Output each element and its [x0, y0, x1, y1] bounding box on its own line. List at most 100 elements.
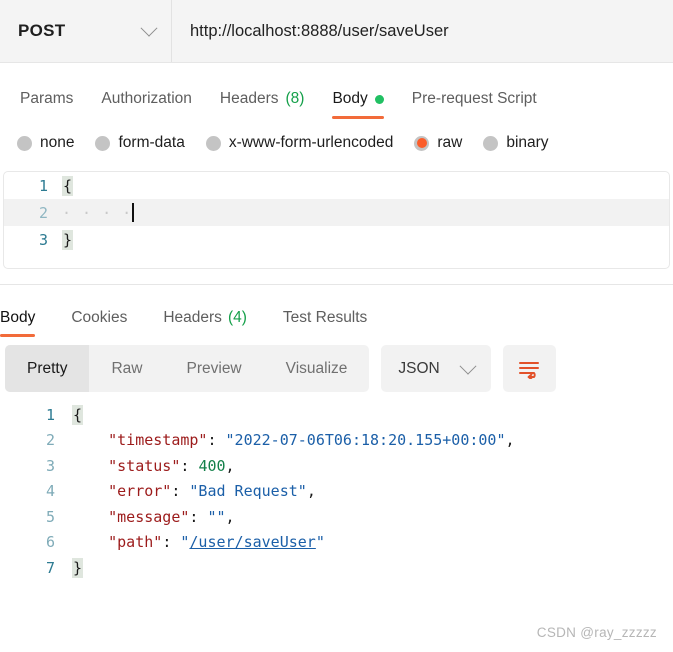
request-tab-body[interactable]: Body	[318, 90, 397, 119]
response-body-line: 4 "error": "Bad Request",	[0, 479, 673, 505]
word-wrap-button[interactable]	[502, 345, 556, 392]
request-body-editor[interactable]: 1{2 · · · · 3}	[3, 171, 670, 269]
response-line-text: "message": "",	[72, 507, 235, 526]
view-mode-raw[interactable]: Raw	[89, 345, 164, 392]
response-line-number: 2	[45, 431, 55, 450]
request-editor-line-number: 3	[38, 230, 48, 249]
request-editor-line: 2 · · · ·	[4, 199, 669, 226]
radio-button-icon[interactable]	[483, 135, 499, 151]
request-url-input[interactable]: http://localhost:8888/user/saveUser	[172, 0, 673, 62]
response-body-line: 5 "message": "",	[0, 504, 673, 530]
request-tab-pre-request-script[interactable]: Pre-request Script	[398, 90, 551, 119]
response-body-line: 7}	[0, 555, 673, 581]
request-editor-line-text: }	[62, 226, 669, 253]
response-tab-label: Headers	[163, 309, 222, 326]
view-mode-visualize[interactable]: Visualize	[264, 345, 370, 392]
request-tab-label: Headers	[219, 90, 279, 107]
body-type-label: x-www-form-urlencoded	[228, 134, 394, 151]
response-body-line: 3 "status": 400,	[0, 453, 673, 479]
response-tab-label: Body	[0, 309, 36, 326]
request-editor-line-number: 2	[38, 203, 48, 222]
body-type-raw[interactable]: raw	[414, 134, 474, 152]
json-punctuation: :	[180, 456, 199, 475]
text-cursor	[132, 203, 135, 222]
http-method-dropdown[interactable]: POST	[0, 0, 172, 62]
body-type-label: raw	[437, 134, 463, 151]
response-format-label: JSON	[398, 359, 440, 377]
request-tab-headers[interactable]: Headers (8)	[206, 90, 319, 119]
json-punctuation: ,	[225, 507, 235, 526]
json-string: ""	[207, 507, 226, 526]
request-tab-bar: Params Authorization Headers (8) Body Pre-req…	[0, 63, 673, 119]
json-punctuation	[72, 508, 108, 526]
json-key: "timestamp"	[108, 431, 208, 450]
json-string: "2022-07-06T06:18:20.155+00:00"	[225, 431, 506, 450]
response-body-viewer[interactable]: 1{2 "timestamp": "2022-07-06T06:18:20.15…	[0, 392, 673, 581]
json-punctuation	[72, 431, 108, 449]
json-punctuation: :	[207, 431, 226, 450]
json-punctuation: ,	[306, 482, 316, 501]
radio-button-icon[interactable]	[95, 135, 111, 151]
json-punctuation	[72, 533, 108, 551]
request-editor-line: 3}	[4, 226, 669, 253]
body-type-x-www-form-urlencoded[interactable]: x-www-form-urlencoded	[205, 134, 406, 152]
json-key: "message"	[108, 507, 190, 526]
response-body-line: 6 "path": "/user/saveUser"	[0, 530, 673, 556]
response-tab-label: Test Results	[282, 309, 368, 326]
json-number: 400	[198, 456, 226, 475]
chevron-down-icon	[459, 357, 477, 375]
response-line-number: 3	[45, 456, 55, 475]
response-tab-count: (4)	[227, 309, 247, 326]
matching-brace: }	[72, 557, 84, 578]
radio-button-icon[interactable]	[17, 135, 32, 151]
request-tab-count: (8)	[285, 90, 305, 107]
response-tab-headers[interactable]: Headers (4)	[163, 309, 263, 337]
body-type-label: form-data	[118, 134, 185, 151]
response-tab-body[interactable]: Body	[0, 309, 51, 337]
matching-brace: }	[62, 229, 74, 250]
json-link-value[interactable]: /user/saveUser	[189, 533, 315, 551]
indent-guide: · · · ·	[62, 203, 133, 222]
body-present-indicator-icon	[374, 94, 384, 104]
response-body-line: 1{	[0, 402, 673, 428]
response-line-number: 4	[45, 482, 55, 501]
response-line-text: "path": "/user/saveUser"	[72, 533, 325, 551]
response-tab-cookies[interactable]: Cookies	[71, 309, 143, 337]
request-tab-params[interactable]: Params	[6, 90, 87, 119]
json-key: "path"	[108, 533, 163, 552]
matching-brace: {	[72, 404, 84, 425]
json-punctuation	[72, 457, 108, 475]
request-url-bar: POST http://localhost:8888/user/saveUser	[0, 0, 673, 63]
response-line-text: {	[72, 404, 84, 425]
response-line-number: 1	[45, 405, 55, 424]
response-tab-test-results[interactable]: Test Results	[283, 309, 383, 337]
response-tab-label: Cookies	[71, 309, 128, 326]
radio-button-icon[interactable]	[205, 135, 221, 151]
response-line-number: 5	[45, 507, 55, 526]
response-line-text: "timestamp": "2022-07-06T06:18:20.155+00…	[72, 431, 515, 450]
body-type-binary[interactable]: binary	[483, 134, 560, 152]
chevron-down-icon	[140, 19, 158, 37]
json-punctuation: :	[189, 507, 208, 526]
response-tab-bar: Body Cookies Headers (4) Test Results	[0, 285, 673, 337]
response-line-number: 7	[45, 558, 55, 577]
json-punctuation: ,	[225, 456, 235, 475]
body-type-none[interactable]: none	[17, 134, 86, 152]
request-editor-line-number: 1	[38, 176, 48, 195]
response-body-line: 2 "timestamp": "2022-07-06T06:18:20.155+…	[0, 428, 673, 454]
json-string: "	[315, 533, 325, 552]
body-type-radio-group: none form-data x-www-form-urlencoded raw bin…	[0, 119, 673, 167]
body-type-form-data[interactable]: form-data	[95, 134, 196, 152]
response-format-dropdown[interactable]: JSON	[381, 345, 491, 392]
json-punctuation: :	[162, 533, 181, 552]
json-key: "status"	[108, 456, 181, 475]
json-punctuation: ,	[505, 431, 515, 450]
response-view-mode-group: Pretty Raw Preview Visualize	[5, 345, 370, 392]
request-tab-authorization[interactable]: Authorization	[87, 90, 205, 119]
response-view-toolbar: Pretty Raw Preview Visualize JSON	[0, 337, 673, 392]
view-mode-pretty[interactable]: Pretty	[5, 345, 90, 392]
body-type-label: binary	[506, 134, 549, 151]
radio-button-icon[interactable]	[414, 135, 430, 151]
view-mode-preview[interactable]: Preview	[165, 345, 264, 392]
request-tab-label: Body	[332, 90, 368, 107]
